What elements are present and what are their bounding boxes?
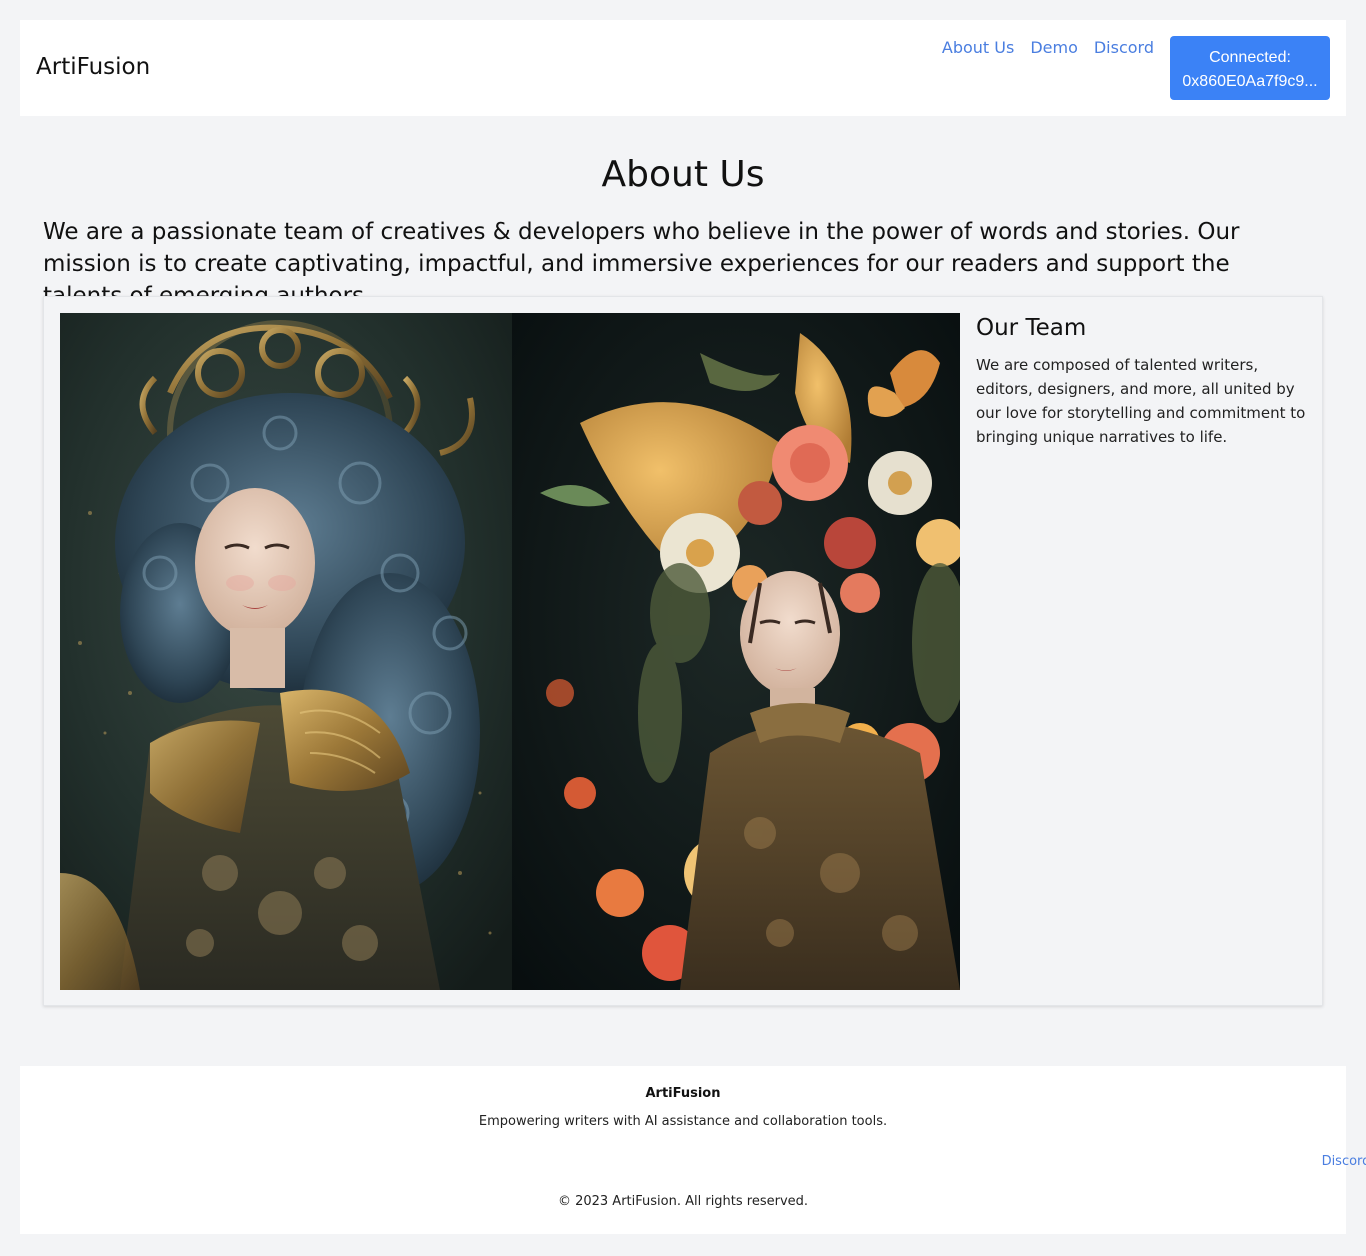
team-title: Our Team xyxy=(976,315,1087,341)
footer-link-discord[interactable]: Discord xyxy=(683,1154,1366,1169)
wallet-status: Connected: xyxy=(1209,49,1291,66)
team-card: Our Team We are composed of talented wri… xyxy=(43,296,1323,1006)
footer-tagline: Empowering writers with AI assistance an… xyxy=(478,1114,888,1129)
team-artwork-image xyxy=(60,313,960,990)
brand-logo[interactable]: ArtiFusion xyxy=(36,54,150,80)
nav-link-about-us[interactable]: About Us xyxy=(942,38,1014,57)
nav-link-demo[interactable]: Demo xyxy=(1030,38,1078,57)
page-title: About Us xyxy=(601,154,765,195)
nav-links: About Us Demo Discord xyxy=(942,38,1154,57)
wallet-connect-button[interactable]: Connected: 0x860E0Aa7f9c9... xyxy=(1170,36,1330,100)
wallet-address: 0x860E0Aa7f9c9... xyxy=(1182,73,1318,90)
top-navbar: ArtiFusion About Us Demo Discord Connect… xyxy=(20,20,1346,116)
nav-link-discord[interactable]: Discord xyxy=(1094,38,1154,57)
team-description: We are composed of talented writers, edi… xyxy=(976,356,1306,446)
footer-copyright: © 2023 ArtiFusion. All rights reserved. xyxy=(557,1194,809,1209)
footer: ArtiFusion Empowering writers with AI as… xyxy=(20,1066,1366,1234)
footer-brand: ArtiFusion xyxy=(645,1086,721,1101)
